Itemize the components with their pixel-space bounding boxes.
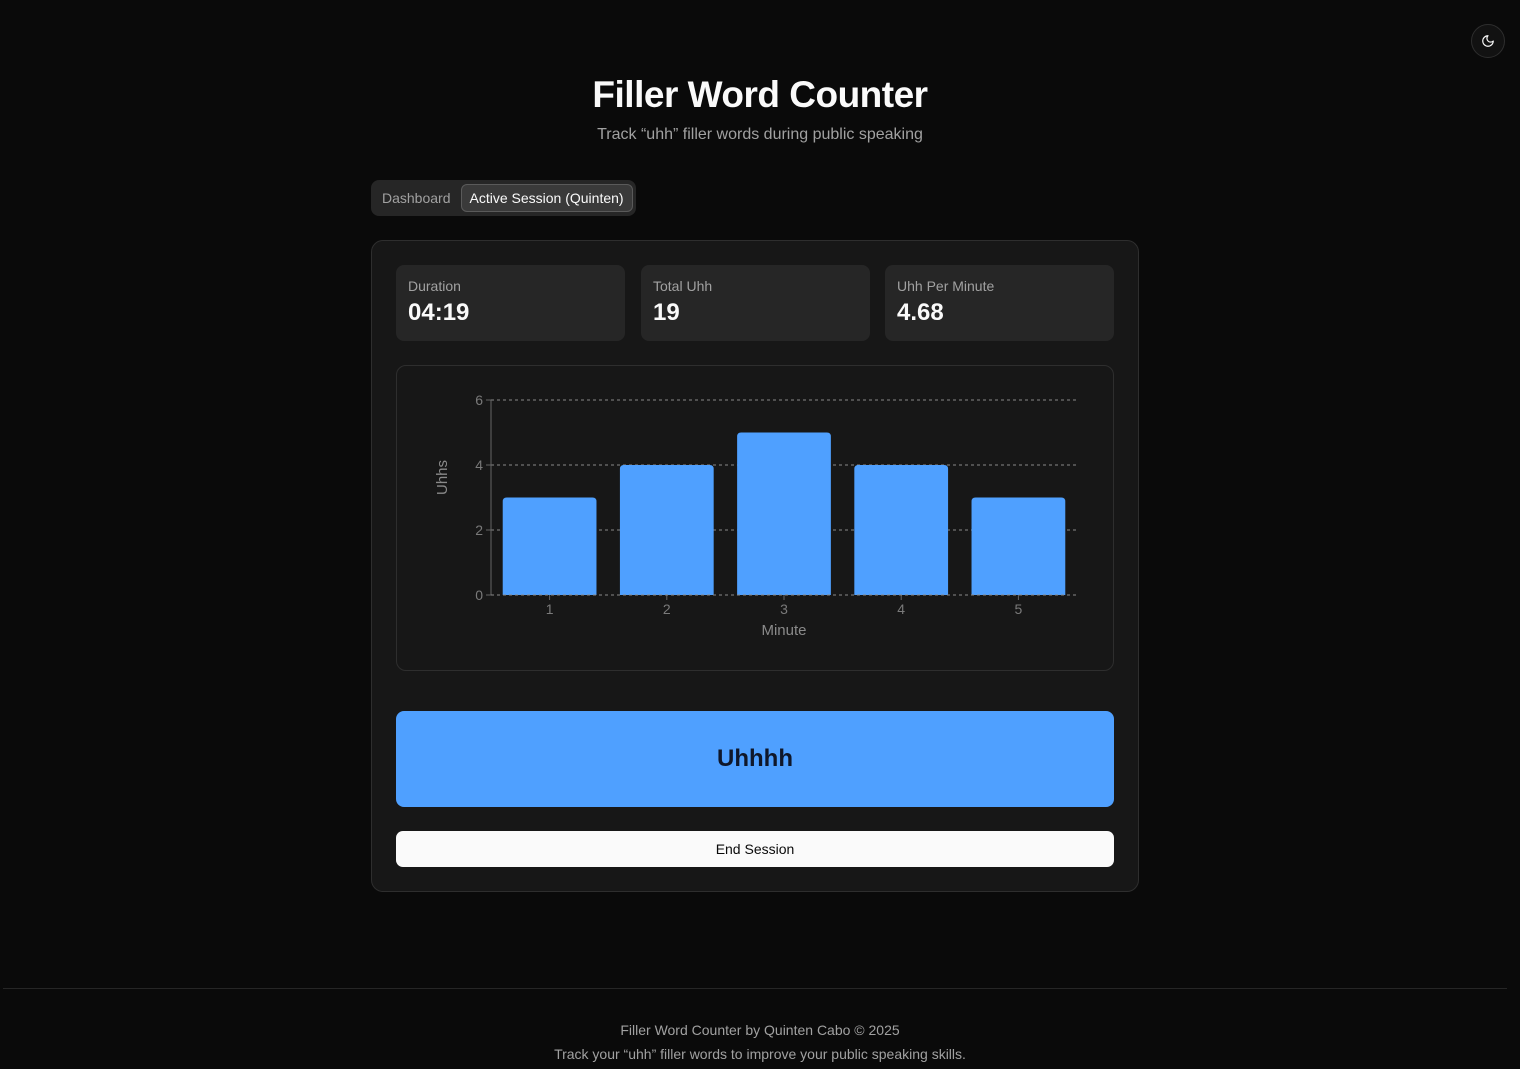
stat-total-uhh: Total Uhh 19 [641,265,870,341]
bar [971,497,1066,595]
x-tick-label: 2 [663,601,671,617]
y-tick-label: 0 [475,587,483,603]
x-tick-label: 3 [780,601,788,617]
end-session-button[interactable]: End Session [396,831,1114,867]
stat-label: Uhh Per Minute [897,278,995,294]
stat-value: 4.68 [897,299,944,326]
uhh-button[interactable]: Uhhhh [396,711,1114,807]
x-tick-label: 1 [546,601,554,617]
session-tabs: Dashboard Active Session (Quinten) [371,180,636,216]
session-card: Duration 04:19 Total Uhh 19 Uhh Per Minu… [371,240,1139,892]
footer-tagline: Track your “uhh” filler words to improve… [554,1046,966,1062]
page: Filler Word Counter Track “uhh” filler w… [0,0,1520,1069]
bar [854,465,949,595]
stat-label: Total Uhh [653,278,713,294]
x-tick-label: 5 [1015,601,1023,617]
stat-value: 04:19 [408,299,470,326]
page-subtitle: Track “uhh” filler words during public s… [597,126,923,143]
page-title: Filler Word Counter [592,74,928,115]
footer-credit: Filler Word Counter by Quinten Cabo © 20… [620,1022,900,1038]
y-tick-label: 4 [475,457,483,473]
y-tick-label: 6 [475,392,483,408]
stat-value: 19 [653,299,680,326]
bar-chart: 0 2 4 6 1 2 3 4 5 Minute Uhhs [434,392,1077,639]
theme-toggle-button[interactable] [1471,24,1505,58]
bar [502,497,597,595]
uhh-per-minute-chart: 0 2 4 6 1 2 3 4 5 Minute Uhhs [396,365,1114,671]
footer-divider [3,988,1507,989]
x-tick-label: 4 [897,601,905,617]
stat-duration: Duration 04:19 [396,265,625,341]
stat-label: Duration [408,278,461,294]
moon-icon [1482,35,1494,47]
bar [619,465,714,595]
bar [737,432,831,595]
x-axis-label: Minute [761,622,806,639]
tab-dashboard[interactable]: Dashboard [374,184,459,212]
y-tick-label: 2 [475,522,483,538]
tab-active-session[interactable]: Active Session (Quinten) [460,184,633,212]
stat-uhh-per-minute: Uhh Per Minute 4.68 [885,265,1114,341]
y-axis-label: Uhhs [434,460,451,495]
